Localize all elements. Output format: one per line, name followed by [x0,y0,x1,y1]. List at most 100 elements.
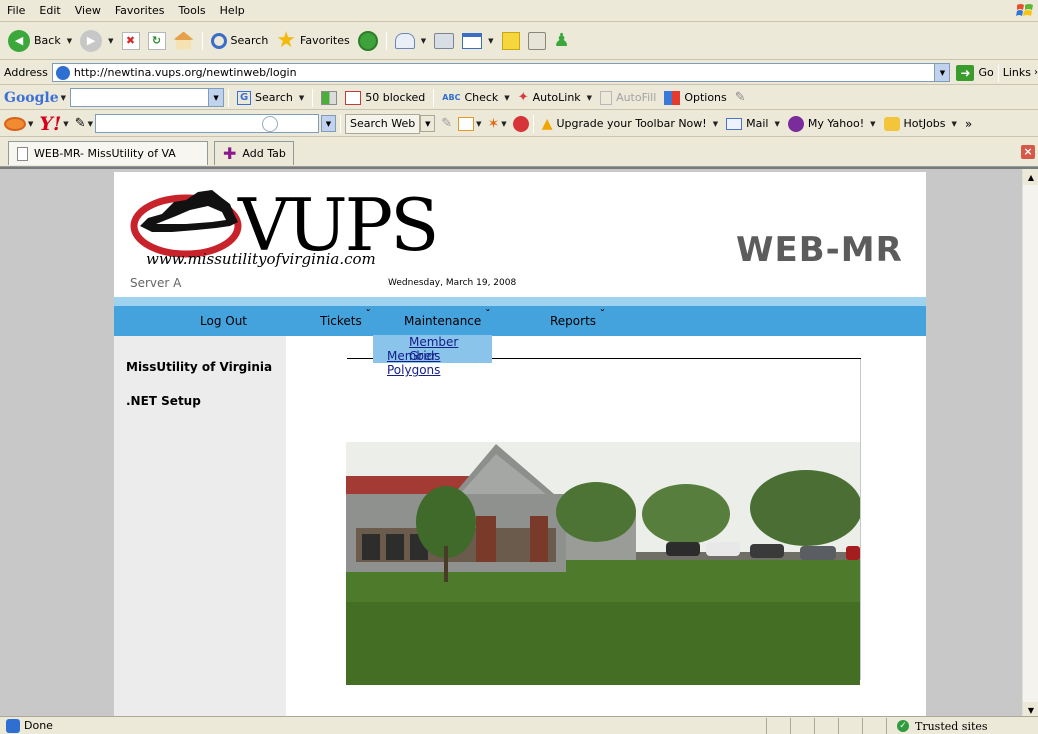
chevron-down-icon: ▼ [951,119,957,128]
my-yahoo-label: My Yahoo! [807,117,865,130]
spell-check-button[interactable]: ABC Check ▼ [438,88,513,108]
messenger-button[interactable]: ♟ [550,26,574,56]
site-header: VUPS www.missutilityofvirginia.com Serve… [114,172,926,299]
google-search-input[interactable]: ▼ [70,88,225,107]
search-icon [210,32,227,49]
chevron-down-icon[interactable]: ▼ [320,115,336,132]
chevron-down-icon: ▼ [586,93,593,102]
highlight-pen-icon[interactable]: ✎ [441,116,452,131]
autofill-button[interactable]: AutoFill [596,88,660,108]
notepad-icon[interactable] [458,116,475,131]
sidebar-item-net-setup[interactable]: .NET Setup [126,394,201,408]
back-button[interactable]: ◀ Back ▼ [4,26,76,56]
ie-page-icon [6,718,20,733]
chevron-down-icon[interactable]: ▼ [420,115,436,132]
add-tab-button[interactable]: ✚ Add Tab [214,141,294,165]
options-button[interactable]: Options [660,88,730,108]
vertical-scrollbar[interactable]: ▲ ▼ [1022,169,1038,716]
app-title: WEB-MR [736,230,903,270]
my-yahoo-button[interactable]: My Yahoo! ▼ [784,114,880,134]
address-label: Address [4,66,48,79]
pencil-icon[interactable]: ✎ [735,90,746,105]
windows-logo-icon [1016,4,1033,16]
chevron-right-icon[interactable]: » [965,117,972,131]
close-tab-icon[interactable]: × [1021,145,1035,159]
refresh-button[interactable]: ↻ [144,26,170,56]
autolink-button[interactable]: ✦ AutoLink ▼ [514,88,596,108]
history-button[interactable] [354,26,382,56]
menu-item-member-grids[interactable]: Member Grids [373,335,492,363]
vups-page: VUPS www.missutilityofvirginia.com Serve… [114,172,926,716]
chevron-down-icon[interactable]: ▼ [934,64,950,81]
discuss-button[interactable] [498,26,524,56]
edit-page-icon [462,32,483,49]
toolbar-separator [339,114,341,133]
menu-view[interactable]: View [68,4,108,17]
upgrade-toolbar-button[interactable]: ▲ Upgrade your Toolbar Now! ▼ [538,114,722,134]
links-button[interactable]: Links [1003,66,1031,79]
upgrade-label: Upgrade your Toolbar Now! [556,117,707,130]
forward-button[interactable]: ▶ ▼ [76,26,117,56]
menu-help[interactable]: Help [213,4,252,17]
search-icon [261,116,278,132]
menu-edit[interactable]: Edit [32,4,67,17]
scroll-up-icon[interactable]: ▲ [1023,169,1038,185]
menu-item-member-polygons[interactable]: Member Polygons [373,349,492,377]
yahoo-logo[interactable]: Y! [39,113,61,135]
checkmark-icon: ✓ [897,720,909,732]
menu-favorites[interactable]: Favorites [108,4,172,17]
scroll-down-icon[interactable]: ▼ [1023,702,1038,716]
nav-reports[interactable]: Reports ˇ [550,309,605,328]
autofill-icon [600,90,613,105]
go-button[interactable]: ➜ Go [956,64,994,81]
google-search-label: Search [255,91,293,104]
edit-button[interactable]: ▼ [458,26,497,56]
yahoo-search-input[interactable] [94,114,319,133]
search-web-button[interactable]: Search Web [344,113,421,134]
status-cell [838,718,862,734]
search-button[interactable]: Search [207,26,273,56]
chevron-down-icon[interactable]: ▼ [208,89,224,106]
google-search-button[interactable]: G Search ▼ [233,88,308,108]
antispy-icon[interactable]: ✶ [488,116,500,132]
favorites-button[interactable]: ★ Favorites [272,26,353,56]
google-logo[interactable]: Google [4,90,59,106]
printer-icon [434,32,455,49]
nav-logout[interactable]: Log Out [200,314,247,328]
google-brand: Google [4,89,59,106]
vups-logo[interactable]: VUPS www.missutilityofvirginia.com [126,184,444,274]
nav-tickets[interactable]: Tickets ˇ [320,309,371,328]
pencil-icon[interactable]: ✎ [75,116,86,131]
security-zone[interactable]: ✓ Trusted sites [886,718,1038,734]
chevron-down-icon: ▼ [488,36,494,45]
chevron-right-icon[interactable]: › [1034,67,1038,78]
status-cell [790,718,814,734]
main-nav: Log Out Tickets ˇ Maintenance ˇ Reports ˇ [114,306,926,336]
stop-button[interactable]: ✖ [118,26,144,56]
eye-icon[interactable] [4,116,26,131]
headset-icon[interactable] [512,115,529,132]
yahoo-mail-button[interactable]: Mail ▼ [722,114,784,134]
research-button[interactable] [524,26,550,56]
tab-web-mr[interactable]: WEB-MR- MissUtility of VA [8,141,208,165]
print-button[interactable] [430,26,458,56]
hotjobs-button[interactable]: HotJobs ▼ [880,114,961,134]
chevron-down-icon: ▼ [87,119,93,128]
nav-maintenance[interactable]: Maintenance ˇ [404,309,490,328]
address-bar: Address http://newtina.vups.org/newtinwe… [0,61,1038,85]
forward-arrow-icon: ▶ [80,29,103,52]
go-label: Go [978,66,994,79]
pagerank-button[interactable] [317,88,341,108]
autolink-label: AutoLink [532,91,581,104]
menu-file[interactable]: File [0,4,32,17]
warning-icon: ▲ [541,115,553,132]
sidebar-item-missutility[interactable]: MissUtility of Virginia [126,360,272,374]
menu-tools[interactable]: Tools [172,4,213,17]
home-button[interactable] [170,26,198,56]
chevron-down-icon: ▼ [476,119,482,128]
popup-blocker-button[interactable]: 50 blocked [341,88,429,108]
mail-button[interactable]: ▼ [391,26,430,56]
status-cell [766,718,790,734]
status-bar: Done ✓ Trusted sites [0,716,1038,734]
address-input[interactable]: http://newtina.vups.org/newtinweb/login … [51,63,951,82]
